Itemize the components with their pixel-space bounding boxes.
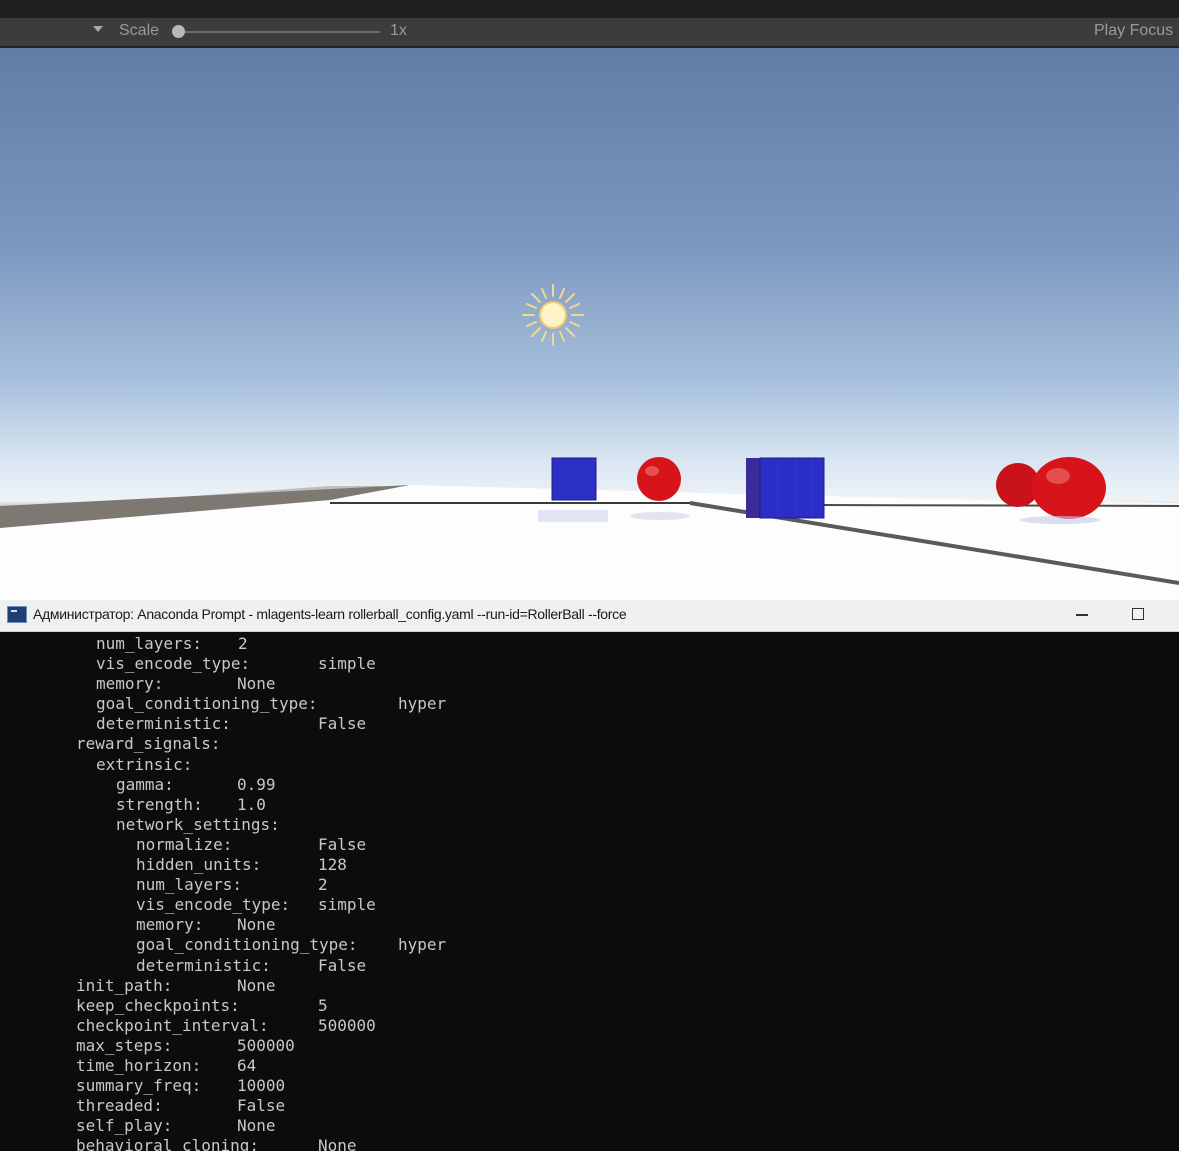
- config-value: hyper: [398, 694, 447, 714]
- config-value: 10000: [237, 1076, 286, 1096]
- config-key: behavioral_cloning:: [76, 1136, 260, 1151]
- config-value: None: [237, 915, 276, 935]
- config-key: checkpoint_interval:: [76, 1015, 269, 1035]
- config-value: 2: [238, 634, 248, 653]
- target-cube: [746, 457, 825, 519]
- config-value: 1.0: [237, 794, 266, 814]
- config-key: goal_conditioning_type:: [136, 935, 358, 955]
- config-key: time_horizon:: [76, 1055, 202, 1075]
- config-key: deterministic:: [96, 714, 231, 734]
- config-key: deterministic:: [136, 955, 271, 975]
- console-title: Администратор: Anaconda Prompt - mlagent…: [33, 606, 627, 622]
- play-focus-dropdown[interactable]: Play Focus: [1094, 22, 1173, 40]
- scale-slider-handle[interactable]: [172, 25, 185, 38]
- config-key: num_layers:: [136, 875, 242, 895]
- config-value: 500000: [237, 1035, 295, 1055]
- config-key: memory:: [136, 915, 204, 935]
- config-value: None: [237, 975, 276, 995]
- config-value: hyper: [398, 935, 447, 955]
- config-value: None: [318, 1136, 357, 1151]
- config-value: 500000: [318, 1015, 376, 1035]
- sun-icon: [522, 284, 584, 346]
- config-key: vis_encode_type:: [96, 654, 251, 674]
- config-value: None: [237, 1116, 276, 1136]
- config-value: False: [318, 955, 367, 975]
- config-value: False: [318, 834, 367, 854]
- config-key: extrinsic:: [96, 754, 193, 774]
- floor-edge-line: [819, 504, 1179, 507]
- config-key: threaded:: [76, 1096, 163, 1116]
- config-key: init_path:: [76, 975, 173, 995]
- game-view-toolbar: Scale 1x Play Focus: [0, 18, 1179, 48]
- maximize-button[interactable]: [1126, 600, 1152, 631]
- config-key: hidden_units:: [136, 855, 262, 875]
- scale-slider-track[interactable]: [180, 31, 380, 33]
- config-value: simple: [318, 895, 376, 915]
- config-key: summary_freq:: [76, 1076, 202, 1096]
- config-key: vis_encode_type:: [136, 895, 291, 915]
- config-value: False: [318, 714, 367, 734]
- config-value: False: [237, 1096, 286, 1116]
- config-key: reward_signals:: [76, 734, 221, 754]
- terminal-icon: [7, 606, 27, 623]
- console-output[interactable]: num_layers: 2 vis_encode_type: simple memo…: [0, 632, 1179, 1151]
- editor-top-strip: [0, 0, 1179, 18]
- config-value: None: [237, 674, 276, 694]
- config-key: max_steps:: [76, 1035, 173, 1055]
- config-key: normalize:: [136, 834, 233, 854]
- config-key: keep_checkpoints:: [76, 995, 240, 1015]
- config-key: strength:: [116, 794, 203, 814]
- config-key: self_play:: [76, 1116, 173, 1136]
- config-value: 0.99: [237, 774, 276, 794]
- console-title-bar[interactable]: Администратор: Anaconda Prompt - mlagent…: [0, 600, 1179, 632]
- config-value: 64: [237, 1055, 257, 1075]
- config-value: 5: [318, 995, 328, 1015]
- config-value: 2: [318, 875, 328, 895]
- game-viewport[interactable]: [0, 48, 1179, 600]
- scale-label: Scale: [119, 22, 160, 39]
- config-value: simple: [318, 654, 376, 674]
- scale-value: 1x: [390, 22, 407, 39]
- config-key: network_settings:: [116, 814, 280, 834]
- config-key: num_layers:: [96, 634, 202, 653]
- config-key: gamma:: [116, 774, 174, 794]
- config-key: memory:: [96, 674, 164, 694]
- config-key: goal_conditioning_type:: [96, 694, 318, 714]
- config-value: 128: [318, 855, 347, 875]
- chevron-down-icon[interactable]: [93, 26, 103, 32]
- minimize-button[interactable]: [1070, 600, 1096, 631]
